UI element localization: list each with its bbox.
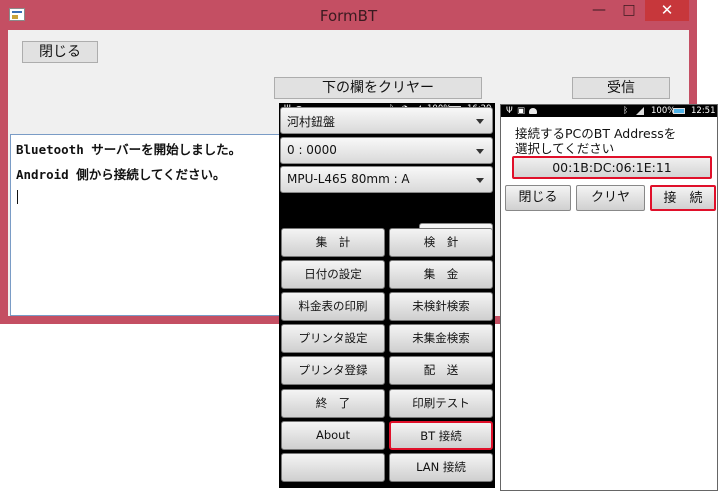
- clear-log-button[interactable]: 下の欄をクリヤー: [274, 77, 482, 99]
- maximize-button[interactable]: □: [615, 0, 643, 21]
- blank-button[interactable]: [281, 453, 385, 482]
- android-bt-dialog-screen: Ψ ▣ ᛒ 100% 12:51 接続するPCのBT Addressを 選択して…: [500, 104, 718, 491]
- receive-button[interactable]: 受信: [572, 77, 670, 99]
- tally-button[interactable]: 集 計: [281, 228, 385, 257]
- battery-icon: [673, 105, 685, 117]
- android-main-screen: Ψ ᛒ ◔ 100% 16:29 河村鈕盤 0 : 0000 MPU-L465 …: [279, 103, 495, 488]
- log-line: Android 側から接続してください。: [16, 167, 226, 182]
- text-caret: [17, 190, 18, 204]
- spinner-value: 0 : 0000: [287, 143, 337, 157]
- spinner-value: MPU-L465 80mm : A: [287, 172, 410, 186]
- clear-button[interactable]: クリヤ: [576, 185, 645, 211]
- customer-spinner[interactable]: 河村鈕盤: [280, 107, 493, 134]
- print-test-button[interactable]: 印刷テスト: [389, 389, 493, 418]
- signal-icon: [636, 105, 644, 117]
- image-icon: ▣: [517, 106, 526, 116]
- dropdown-arrow-icon: [476, 119, 484, 124]
- log-textbox[interactable]: Bluetooth サーバーを開始しました。 Android 側から接続してくだ…: [10, 134, 288, 316]
- spinner-value: 河村鈕盤: [287, 115, 336, 129]
- date-settings-button[interactable]: 日付の設定: [281, 260, 385, 289]
- printer-settings-button[interactable]: プリンタ設定: [281, 324, 385, 353]
- dropdown-arrow-icon: [476, 149, 484, 154]
- android-icon: [529, 105, 537, 118]
- about-button[interactable]: About: [281, 421, 385, 450]
- print-rate-table-button[interactable]: 料金表の印刷: [281, 292, 385, 321]
- dropdown-arrow-icon: [476, 178, 484, 183]
- collection-button[interactable]: 集 金: [389, 260, 493, 289]
- log-line: Bluetooth サーバーを開始しました。: [16, 142, 242, 157]
- close-window-button[interactable]: ✕: [645, 0, 689, 21]
- bt-address-item[interactable]: 00:1B:DC:06:1E:11: [512, 156, 712, 179]
- status-bar: Ψ ▣ ᛒ 100% 12:51: [501, 105, 717, 117]
- meter-reading-button[interactable]: 検 針: [389, 228, 493, 257]
- battery-percent: 100%: [651, 106, 676, 116]
- uncollected-search-button[interactable]: 未集金検索: [389, 324, 493, 353]
- close-button[interactable]: 閉じる: [505, 185, 571, 211]
- code-spinner[interactable]: 0 : 0000: [280, 137, 493, 164]
- exit-button[interactable]: 終 了: [281, 389, 385, 418]
- close-button[interactable]: 閉じる: [22, 41, 98, 63]
- delivery-button[interactable]: 配 送: [389, 356, 493, 385]
- minimize-button[interactable]: —: [585, 0, 613, 21]
- printer-spinner[interactable]: MPU-L465 80mm : A: [280, 166, 493, 193]
- bt-connect-button[interactable]: BT 接続: [389, 421, 493, 450]
- unread-search-button[interactable]: 未検針検索: [389, 292, 493, 321]
- prompt-line2: 選択してください: [515, 141, 615, 156]
- bluetooth-icon: ᛒ: [623, 106, 629, 116]
- lan-connect-button[interactable]: LAN 接続: [389, 453, 493, 482]
- status-time: 12:51: [691, 106, 716, 116]
- printer-register-button[interactable]: プリンタ登録: [281, 356, 385, 385]
- usb-icon: Ψ: [506, 106, 513, 116]
- connect-button[interactable]: 接 続: [650, 185, 716, 211]
